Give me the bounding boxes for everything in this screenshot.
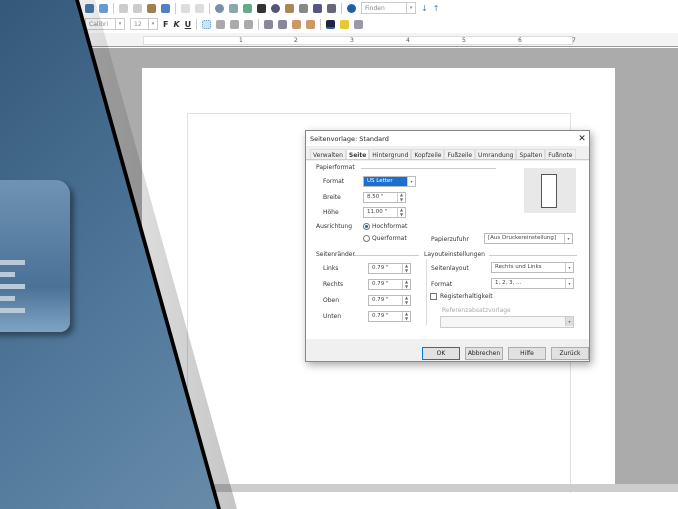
bullets-icon[interactable] [278,19,288,29]
width-field[interactable]: 8.50 " ▲ ▼ [363,192,406,203]
close-icon[interactable]: ✕ [575,134,589,144]
copy-icon[interactable] [133,3,142,13]
find-replace-icon[interactable] [257,3,266,13]
hyperlink-icon[interactable] [215,3,224,13]
italic-button[interactable]: K [173,20,179,29]
cancel-button[interactable]: Abbrechen [465,347,503,360]
font-color-icon[interactable] [326,19,336,29]
align-center-icon[interactable] [216,19,226,29]
find-previous-icon[interactable]: ↑ [433,4,440,13]
height-label: Höhe [323,209,339,216]
numbering-format-label: Format [431,281,453,288]
tab-verwalten[interactable]: Verwalten [310,149,346,159]
register-label: Registerhaltigkeit [440,293,493,300]
width-label: Breite [323,194,341,201]
paste-icon[interactable] [147,3,156,13]
ruler-number: 7 [572,37,576,44]
margin-bottom-label: Unten [323,313,342,320]
numbering-format-select[interactable]: 1, 2, 3, ... ▾ [491,278,574,289]
gallery-icon[interactable] [285,3,294,13]
autospellcheck-icon[interactable] [99,3,108,13]
format-select[interactable]: US Letter ▾ [363,176,416,187]
margin-top-field[interactable]: 0.79 " ▲ ▼ [368,295,411,306]
layout-heading: Layouteinstellungen [424,251,485,258]
margins-heading: Seitenränder [316,251,355,258]
margin-right-field[interactable]: 0.79 " ▲ ▼ [368,279,411,290]
margin-left-label: Links [323,265,339,272]
tab-hintergrund[interactable]: Hintergrund [369,149,412,159]
font-size-combo[interactable]: 12 ▾ [130,18,158,30]
clone-format-icon[interactable] [161,3,170,13]
page-layout-select[interactable]: Rechts und Links ▾ [491,262,574,273]
find-next-icon[interactable]: ↓ [421,4,428,13]
reset-button[interactable]: Zurück [551,347,589,360]
increase-indent-icon[interactable] [292,19,302,29]
tab-seite[interactable]: Seite [345,149,370,159]
height-field[interactable]: 11.00 " ▲ ▼ [363,207,406,218]
reference-style-label: Referenzabsatzvorlage [442,307,511,314]
undo-icon[interactable] [181,3,190,13]
ruler-number: 4 [406,37,410,44]
numbering-icon[interactable] [264,19,274,29]
bold-button[interactable]: F [163,20,168,29]
ruler-number: 3 [350,37,354,44]
table-icon[interactable] [229,3,238,13]
align-right-icon[interactable] [230,19,240,29]
paper-tray-select[interactable]: [Aus Druckereinstellung] ▾ [484,233,573,244]
navigator-icon[interactable] [271,3,280,13]
ok-button[interactable]: OK [422,347,460,360]
tab-kopfzeile[interactable]: Kopfzeile [411,149,445,159]
margin-left-field[interactable]: 0.79 " ▲ ▼ [368,263,411,274]
redo-icon[interactable] [195,3,204,13]
ruler-number: 6 [518,37,522,44]
dialog-titlebar: Seitenvorlage: Standard ✕ [306,131,589,146]
page-style-dialog: Seitenvorlage: Standard ✕ Verwalten Seit… [305,130,590,362]
tab-umrandung[interactable]: Umrandung [475,149,517,159]
reference-style-select[interactable]: ▾ [440,316,574,328]
align-left-icon[interactable] [202,19,212,29]
tab-fusszeile[interactable]: Fußzeile [444,149,476,159]
ruler-number: 1 [239,37,243,44]
paper-format-heading: Papierformat [316,164,355,171]
landscape-radio[interactable] [363,235,370,242]
register-checkbox[interactable] [430,293,437,300]
decrease-indent-icon[interactable] [306,19,316,29]
image-icon[interactable] [243,3,252,13]
portrait-label: Hochformat [372,223,408,230]
page-preview [524,168,576,213]
page-layout-label: Seitenlayout [431,265,469,272]
datasource-icon[interactable] [299,3,308,13]
margin-right-label: Rechts [323,281,344,288]
ruler-number: 5 [462,37,466,44]
paper-tray-label: Papierzufuhr [431,236,469,243]
tab-fussnote[interactable]: Fußnote [545,149,576,159]
margin-bottom-field[interactable]: 0.79 " ▲ ▼ [368,311,411,322]
background-color-icon[interactable] [354,19,364,29]
landscape-label: Querformat [372,235,407,242]
margin-top-label: Oben [323,297,340,304]
writer-logo-icon [0,180,70,332]
underline-button[interactable]: U [185,20,192,29]
dialog-title: Seitenvorlage: Standard [310,134,389,143]
help-button[interactable]: Hilfe [508,347,546,360]
justify-icon[interactable] [244,19,254,29]
portrait-radio[interactable] [363,223,370,230]
zoom-icon[interactable] [327,3,336,13]
cut-icon[interactable] [119,3,128,13]
dialog-tabs: Verwalten Seite Hintergrund Kopfzeile Fu… [306,146,589,160]
tab-spalten[interactable]: Spalten [516,149,546,159]
highlight-icon[interactable] [340,19,350,29]
standard-toolbar: Finden ▾ ↓ ↑ [0,0,678,16]
formatting-marks-icon[interactable] [313,3,322,13]
format-label: Format [323,178,345,185]
help-icon[interactable] [347,3,356,13]
orientation-label: Ausrichtung [316,223,353,230]
ruler-number: 2 [294,37,298,44]
find-input[interactable]: Finden ▾ [361,2,416,14]
